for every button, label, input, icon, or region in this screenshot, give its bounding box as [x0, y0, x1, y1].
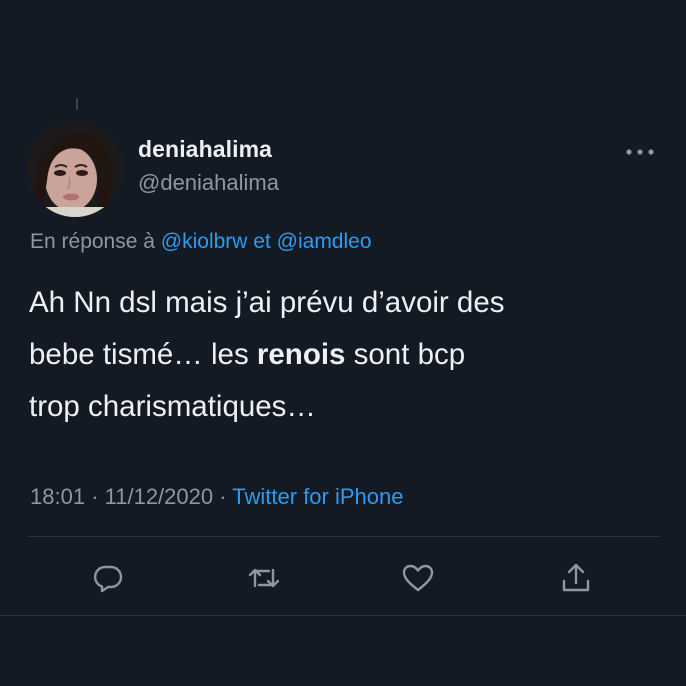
- like-button[interactable]: [398, 558, 438, 598]
- tweet-text: Ah Nn dsl mais j’ai prévu d’avoir des be…: [29, 277, 659, 433]
- tweet-text-line: bebe tismé… les renois sont bcp: [29, 329, 659, 381]
- like-icon: [402, 564, 434, 592]
- share-icon: [562, 563, 590, 592]
- reply-joiner: et: [253, 230, 271, 253]
- meta-separator: ·: [91, 484, 99, 509]
- meta-separator: ·: [219, 484, 227, 509]
- reply-button[interactable]: [88, 558, 128, 598]
- avatar[interactable]: [27, 121, 123, 217]
- tweet-date[interactable]: 11/12/2020: [105, 484, 213, 509]
- tweet-meta: 18:01 · 11/12/2020 · Twitter for iPhone: [30, 484, 403, 510]
- avatar-image: [27, 121, 123, 217]
- divider: [0, 615, 686, 616]
- thread-connector: [76, 98, 78, 110]
- reply-prefix: En réponse à: [30, 230, 155, 253]
- divider: [28, 536, 660, 537]
- mention-link[interactable]: @iamdleo: [277, 230, 372, 253]
- tweet-text-line: Ah Nn dsl mais j’ai prévu d’avoir des: [29, 286, 505, 319]
- handle[interactable]: @deniahalima: [138, 170, 279, 196]
- more-icon: [626, 149, 654, 155]
- reply-context: En réponse à @kiolbrw et @iamdleo: [30, 230, 372, 254]
- reply-icon: [93, 565, 123, 593]
- tweet-text-segment: bebe tismé… les: [29, 338, 257, 371]
- tweet-text-bold: renois: [256, 338, 346, 371]
- tweet-source[interactable]: Twitter for iPhone: [232, 484, 403, 509]
- tweet-text-segment: sont bcp: [345, 338, 466, 371]
- retweet-icon: [248, 568, 280, 588]
- tweet-text-line: trop charismatiques…: [29, 390, 316, 423]
- action-bar: [0, 558, 686, 598]
- retweet-button[interactable]: [244, 558, 284, 598]
- tweet-detail: deniahalima @deniahalima En réponse à @k…: [0, 0, 686, 686]
- mention-link[interactable]: @kiolbrw: [161, 230, 248, 253]
- display-name[interactable]: deniahalima: [138, 136, 272, 163]
- share-button[interactable]: [556, 558, 596, 598]
- tweet-time[interactable]: 18:01: [30, 484, 85, 509]
- more-options-button[interactable]: [620, 140, 660, 164]
